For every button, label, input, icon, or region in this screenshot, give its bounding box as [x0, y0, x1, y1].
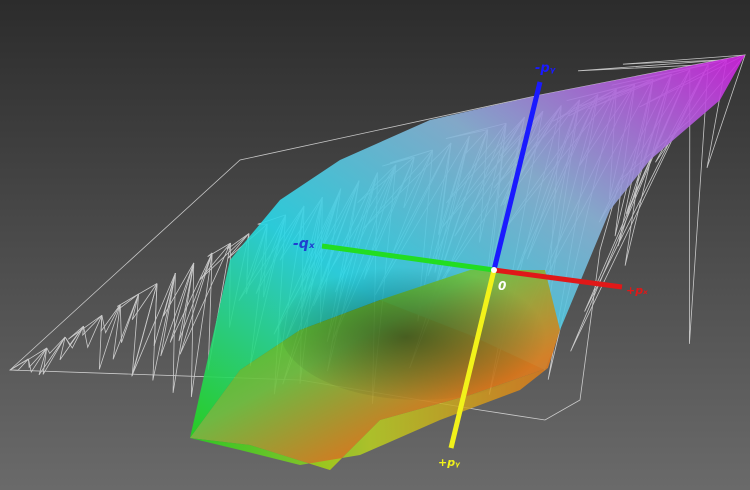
3d-gamut-viewport[interactable]: -pᵧ -qₓ +pₓ +pᵧ 0 — [0, 0, 750, 490]
origin-label: 0 — [498, 279, 506, 293]
axis-minus-py-label: -pᵧ — [535, 61, 556, 76]
surface-shadow — [280, 260, 560, 400]
origin-point — [491, 267, 497, 273]
axis-plus-px-label: +pₓ — [626, 284, 648, 297]
axis-minus-qx-label: -qₓ — [293, 236, 315, 252]
axis-plus-py-label: +pᵧ — [438, 456, 461, 469]
